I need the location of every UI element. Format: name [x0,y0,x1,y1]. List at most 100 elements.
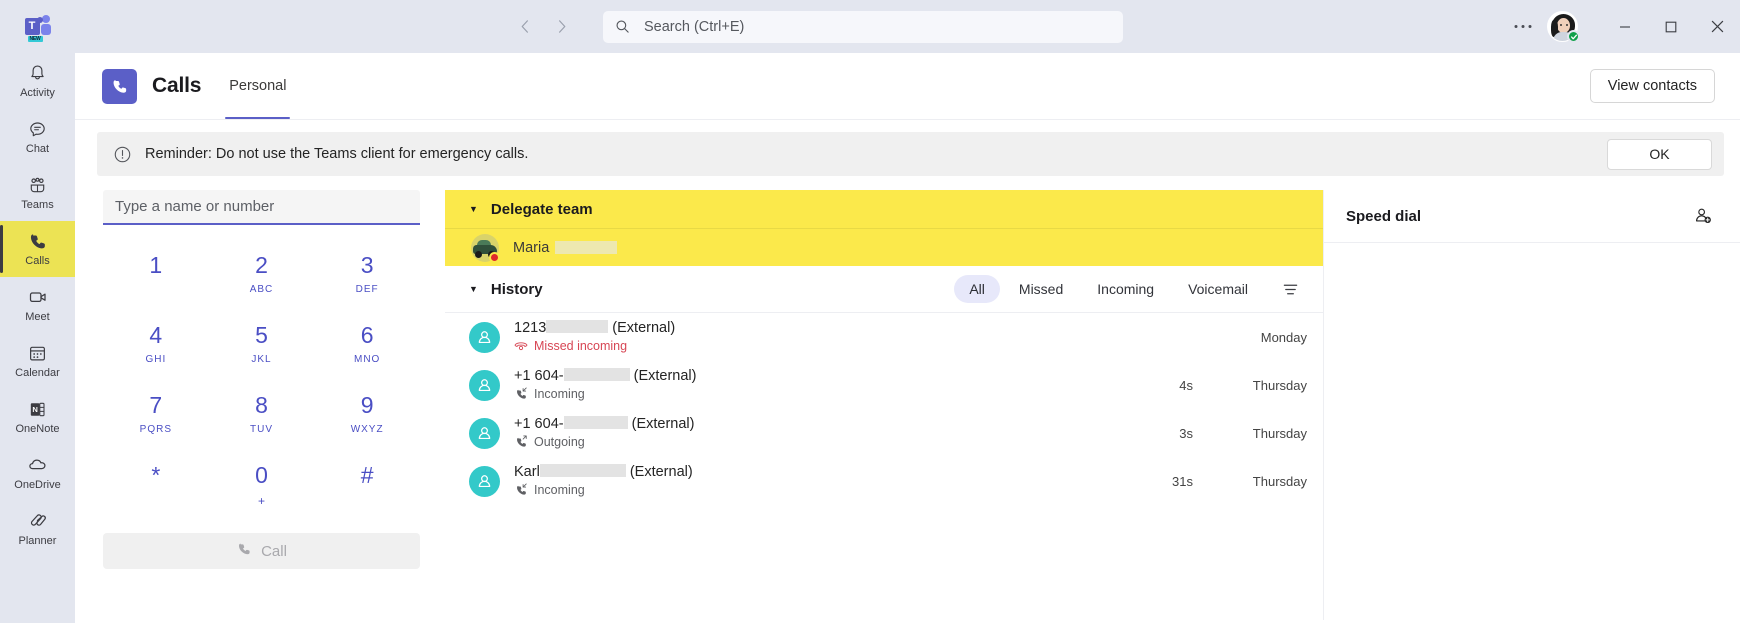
call-status-text: Missed incoming [534,339,627,353]
dial-key-digit: 4 [149,324,162,347]
emergency-reminder-banner: Reminder: Do not use the Teams client fo… [97,132,1724,176]
teams-logo: T NEW [0,0,75,53]
filter-incoming[interactable]: Incoming [1082,275,1169,303]
call-external-tag: (External) [612,320,675,336]
call-external-tag: (External) [634,368,697,384]
call-details: Karl (External) Incoming [514,464,693,499]
ellipsis-icon[interactable] [1505,9,1541,45]
dial-key-digit: 8 [255,394,268,417]
call-status: Incoming [514,482,693,499]
call-status-text: Outgoing [534,435,585,449]
contact-avatar [469,322,500,353]
filter-missed[interactable]: Missed [1004,275,1078,303]
status-badge [1567,30,1580,43]
dial-key-5[interactable]: 5JKL [209,309,315,379]
delegate-member-row[interactable]: Maria [445,228,1323,266]
sidebar-item-planner[interactable]: Planner [0,501,75,557]
dial-key-hash[interactable]: # [314,449,420,519]
phone-icon [27,230,48,252]
sidebar-item-teams[interactable]: Teams [0,165,75,221]
call-name-text: Karl [514,464,540,480]
tab-personal[interactable]: Personal [225,78,290,96]
sidebar-item-calendar[interactable]: Calendar [0,333,75,389]
onenote-icon: N [27,398,48,420]
sidebar-item-label: Chat [26,143,49,155]
table-row[interactable]: +1 604- (External) Outgoing 3s Thursday [445,409,1323,457]
add-person-icon[interactable] [1688,201,1718,231]
teams-icon [27,174,48,196]
call-timestamp: Monday [1211,330,1307,345]
filter-all[interactable]: All [954,275,1000,303]
banner-text: Reminder: Do not use the Teams client fo… [145,146,528,162]
avatar[interactable] [1547,11,1578,42]
call-name-text: +1 604- [514,368,564,384]
back-button[interactable] [509,11,541,43]
history-section: ▼ History All Missed Incoming Voicemail [445,266,1323,505]
phone-icon [236,541,252,561]
dial-key-star[interactable]: * [103,449,209,519]
view-contacts-button[interactable]: View contacts [1590,69,1715,103]
call-name-text: 1213 [514,320,546,336]
dial-key-9[interactable]: 9WXYZ [314,379,420,449]
redacted-block [555,241,617,254]
forward-button[interactable] [545,11,577,43]
table-row[interactable]: +1 604- (External) Incoming 4s Thursday [445,361,1323,409]
sidebar-item-label: Activity [20,87,55,99]
filter-icon[interactable] [1273,274,1307,304]
search-input[interactable]: Search (Ctrl+E) [603,11,1123,43]
banner-ok-button[interactable]: OK [1607,139,1712,170]
filter-voicemail[interactable]: Voicemail [1173,275,1263,303]
call-contact-name: Karl (External) [514,464,693,480]
table-row[interactable]: 1213 (External) Missed incoming Monday [445,313,1323,361]
dial-key-digit: 9 [361,394,374,417]
call-button-label: Call [261,543,287,560]
missed-call-icon [514,338,528,355]
dial-key-digit: 2 [255,254,268,277]
dial-key-7[interactable]: 7PQRS [103,379,209,449]
sidebar-item-onedrive[interactable]: OneDrive [0,445,75,501]
call-duration: 3s [1123,426,1193,441]
close-button[interactable] [1694,0,1740,53]
call-status-text: Incoming [534,387,585,401]
contact-avatar [469,370,500,401]
dial-input[interactable] [103,190,420,225]
sidebar-item-activity[interactable]: Activity [0,53,75,109]
delegate-team-header[interactable]: ▼ Delegate team [445,190,1323,228]
bell-icon [27,62,48,84]
dial-key-digit: 0 [255,464,268,487]
sidebar-item-label: Planner [19,535,57,547]
chevron-down-icon[interactable]: ▼ [469,284,478,294]
table-row[interactable]: Karl (External) Incoming 31s Thursday [445,457,1323,505]
main-content: Calls Personal View contacts Reminder: D… [75,53,1740,623]
avatar [471,234,499,262]
dial-key-1[interactable]: 1 [103,239,209,309]
dial-key-digit: 7 [149,394,162,417]
window-controls [1602,0,1740,53]
dial-key-8[interactable]: 8TUV [209,379,315,449]
redacted-block [540,464,626,477]
dial-key-0[interactable]: 0+ [209,449,315,519]
sidebar-item-chat[interactable]: Chat [0,109,75,165]
sidebar-item-calls[interactable]: Calls [0,221,75,277]
call-name-text: +1 604- [514,416,564,432]
call-timestamp: Thursday [1211,474,1307,489]
maximize-button[interactable] [1648,0,1694,53]
chevron-down-icon: ▼ [469,204,478,214]
dial-key-3[interactable]: 3DEF [314,239,420,309]
dial-key-6[interactable]: 6MNO [314,309,420,379]
dial-key-2[interactable]: 2ABC [209,239,315,309]
status-badge [489,252,500,263]
call-button[interactable]: Call [103,533,420,569]
titlebar-right [1505,0,1740,53]
dial-key-4[interactable]: 4 GHI [103,309,209,379]
search-icon [615,19,630,34]
call-status: Incoming [514,386,696,403]
sidebar-item-meet[interactable]: Meet [0,277,75,333]
dial-key-letters: + [258,494,265,505]
outgoing-call-icon [514,434,528,451]
minimize-button[interactable] [1602,0,1648,53]
dial-key-letters: GHI [145,354,166,365]
incoming-call-icon [514,482,528,499]
dial-key-digit: * [151,464,160,487]
sidebar-item-onenote[interactable]: N OneNote [0,389,75,445]
